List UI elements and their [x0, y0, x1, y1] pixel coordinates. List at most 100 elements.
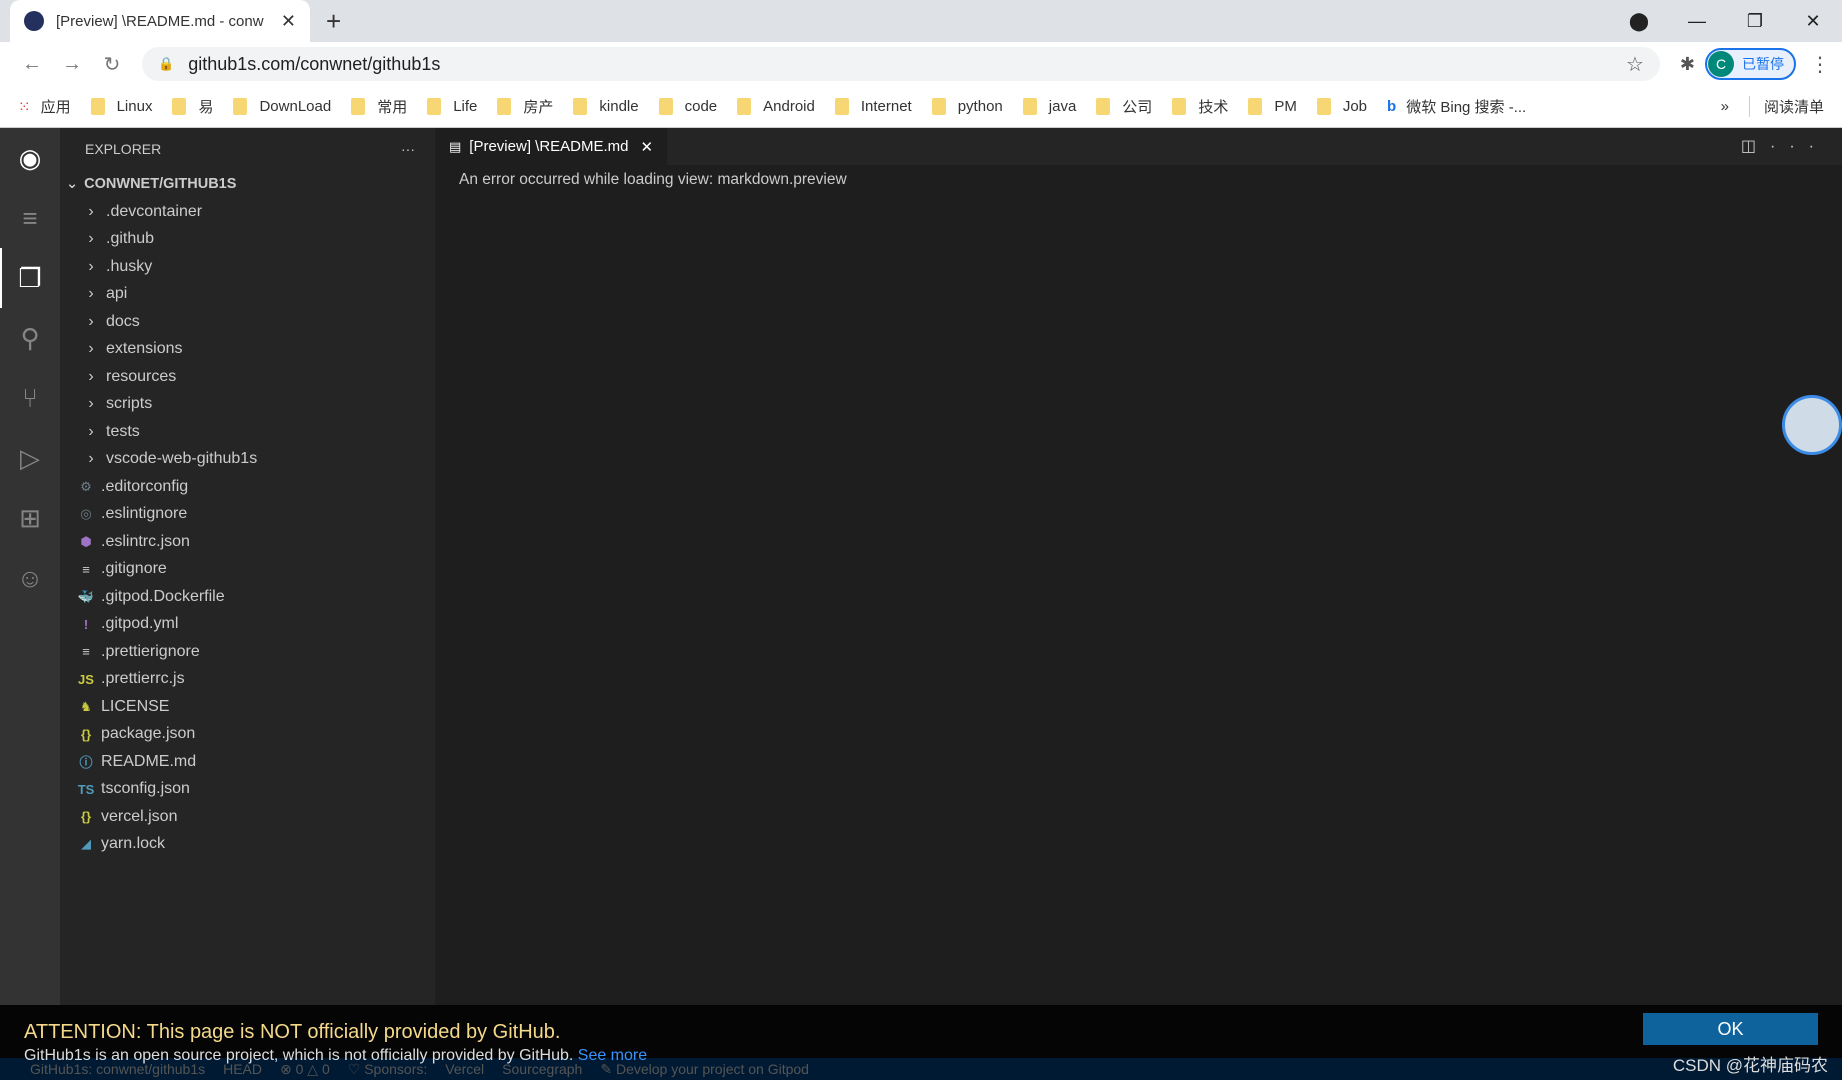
- maximize-button[interactable]: ❐: [1726, 11, 1784, 32]
- browser-menu-icon[interactable]: ⋮: [1810, 52, 1830, 77]
- file-item[interactable]: ◎ .eslintignore: [60, 501, 435, 529]
- file-item[interactable]: ! .gitpod.yml: [60, 611, 435, 639]
- folder-item[interactable]: › scripts: [60, 391, 435, 419]
- floating-assistant-avatar[interactable]: [1782, 395, 1842, 455]
- close-window-button[interactable]: ✕: [1784, 11, 1842, 32]
- address-bar[interactable]: 🔒 github1s.com/conwnet/github1s ☆: [142, 47, 1660, 81]
- bookmark-label: 公司: [1122, 99, 1153, 116]
- folder-icon: [233, 98, 248, 115]
- watermark: CSDN @花神庙码农: [1672, 1056, 1828, 1075]
- folder-item[interactable]: › .husky: [60, 253, 435, 281]
- folder-item[interactable]: › extensions: [60, 336, 435, 364]
- profile-label: 已暂停: [1742, 56, 1784, 72]
- explorer-icon[interactable]: ❐: [0, 248, 60, 308]
- more-bookmarks-icon[interactable]: »: [1721, 98, 1729, 115]
- forward-button[interactable]: →: [52, 53, 92, 76]
- bookmark-label: Internet: [860, 98, 912, 115]
- file-item[interactable]: TS tsconfig.json: [60, 776, 435, 804]
- github-icon[interactable]: ◉: [0, 128, 60, 188]
- github1s-favicon: [24, 11, 44, 31]
- bookmark-label: python: [957, 98, 1003, 115]
- folder-icon: [1316, 98, 1331, 115]
- file-item[interactable]: JS .prettierrc.js: [60, 666, 435, 694]
- bookmark-item[interactable]: 公司: [1096, 96, 1152, 117]
- file-item[interactable]: ⬢ .eslintrc.json: [60, 528, 435, 556]
- file-label: .gitpod.yml: [101, 615, 179, 633]
- extensions-icon[interactable]: ⊞: [0, 488, 60, 548]
- bookmark-label: java: [1048, 98, 1077, 115]
- folder-item[interactable]: › vscode-web-github1s: [60, 446, 435, 474]
- bookmark-item[interactable]: Android: [737, 98, 815, 115]
- file-item[interactable]: 🐳 .gitpod.Dockerfile: [60, 583, 435, 611]
- file-type-icon: ≡: [82, 644, 90, 660]
- source-control-icon[interactable]: ⑂: [0, 368, 60, 428]
- back-button[interactable]: ←: [12, 53, 52, 76]
- ok-button[interactable]: OK: [1643, 1013, 1818, 1045]
- menu-icon[interactable]: ≡: [0, 188, 60, 248]
- bookmark-star-icon[interactable]: ☆: [1626, 52, 1644, 77]
- file-item[interactable]: ♞ LICENSE: [60, 693, 435, 721]
- more-actions-icon[interactable]: ···: [401, 141, 415, 157]
- folder-item[interactable]: › docs: [60, 308, 435, 336]
- folder-icon: [737, 98, 752, 115]
- see-more-link[interactable]: See more: [578, 1047, 647, 1064]
- file-item[interactable]: ≡ .gitignore: [60, 556, 435, 584]
- bookmark-item[interactable]: Linux: [90, 98, 152, 115]
- file-item[interactable]: ◢ yarn.lock: [60, 831, 435, 859]
- folder-icon: [658, 98, 673, 115]
- minimize-button[interactable]: —: [1668, 11, 1726, 32]
- bookmark-item[interactable]: PM: [1248, 98, 1297, 115]
- bookmark-item[interactable]: 常用: [351, 96, 407, 117]
- bookmark-item[interactable]: b 微软 Bing 搜索 -...: [1387, 96, 1526, 117]
- url-text: github1s.com/conwnet/github1s: [188, 53, 441, 74]
- close-editor-icon[interactable]: ✕: [641, 138, 654, 156]
- bookmark-item[interactable]: Internet: [834, 98, 912, 115]
- new-tab-button[interactable]: +: [326, 6, 341, 37]
- file-type-icon: JS: [78, 671, 94, 687]
- explorer-root[interactable]: ⌄ CONWNET/GITHUB1S: [60, 170, 435, 198]
- folder-item[interactable]: › tests: [60, 418, 435, 446]
- bot-icon[interactable]: ☺: [0, 548, 60, 608]
- reading-list-button[interactable]: 阅读清单: [1748, 96, 1824, 117]
- file-item[interactable]: ⚙ .editorconfig: [60, 473, 435, 501]
- explorer-title: EXPLORER: [85, 141, 162, 157]
- editor-tab-preview[interactable]: ▤ [Preview] \README.md ✕: [435, 128, 668, 165]
- file-item[interactable]: {} package.json: [60, 721, 435, 749]
- split-editor-icon[interactable]: ◫···: [1741, 136, 1828, 156]
- bookmark-item[interactable]: 房产: [497, 96, 553, 117]
- file-item[interactable]: ⓘ README.md: [60, 748, 435, 776]
- browser-tab[interactable]: [Preview] \README.md - conw ✕: [10, 0, 310, 42]
- close-tab-icon[interactable]: ✕: [281, 11, 296, 32]
- bookmark-item[interactable]: java: [1022, 98, 1077, 115]
- search-icon[interactable]: ⚲: [0, 308, 60, 368]
- bookmark-item[interactable]: Job: [1316, 98, 1367, 115]
- tab-search-icon[interactable]: ⬤: [1610, 11, 1668, 32]
- file-item[interactable]: {} vercel.json: [60, 803, 435, 831]
- extensions-icon[interactable]: ✱: [1680, 54, 1695, 75]
- bookmark-item[interactable]: Life: [427, 98, 477, 115]
- reload-button[interactable]: ↻: [92, 52, 132, 77]
- bookmark-item[interactable]: 易: [172, 96, 213, 117]
- folder-item[interactable]: › .github: [60, 226, 435, 254]
- lock-icon[interactable]: 🔒: [158, 56, 174, 72]
- file-type-icon: ◎: [80, 506, 92, 522]
- bookmark-item[interactable]: 技术: [1172, 96, 1228, 117]
- folder-item[interactable]: › resources: [60, 363, 435, 391]
- bookmark-item[interactable]: DownLoad: [233, 98, 331, 115]
- file-item[interactable]: ≡ .prettierignore: [60, 638, 435, 666]
- bookmark-item[interactable]: code: [658, 98, 717, 115]
- folder-icon: [351, 98, 366, 115]
- folder-icon: [90, 98, 105, 115]
- bookmark-label: 房产: [523, 99, 554, 116]
- chevron-right-icon: ›: [88, 340, 94, 358]
- profile-button[interactable]: C 已暂停: [1705, 48, 1796, 80]
- chevron-right-icon: ›: [88, 422, 94, 440]
- folder-icon: [497, 98, 512, 115]
- bookmark-item[interactable]: python: [931, 98, 1003, 115]
- bookmark-item[interactable]: ⁙ 应用: [18, 96, 71, 117]
- folder-icon: [1172, 98, 1187, 115]
- run-debug-icon[interactable]: ▷: [0, 428, 60, 488]
- folder-item[interactable]: › api: [60, 281, 435, 309]
- folder-item[interactable]: › .devcontainer: [60, 198, 435, 226]
- bookmark-item[interactable]: kindle: [573, 98, 639, 115]
